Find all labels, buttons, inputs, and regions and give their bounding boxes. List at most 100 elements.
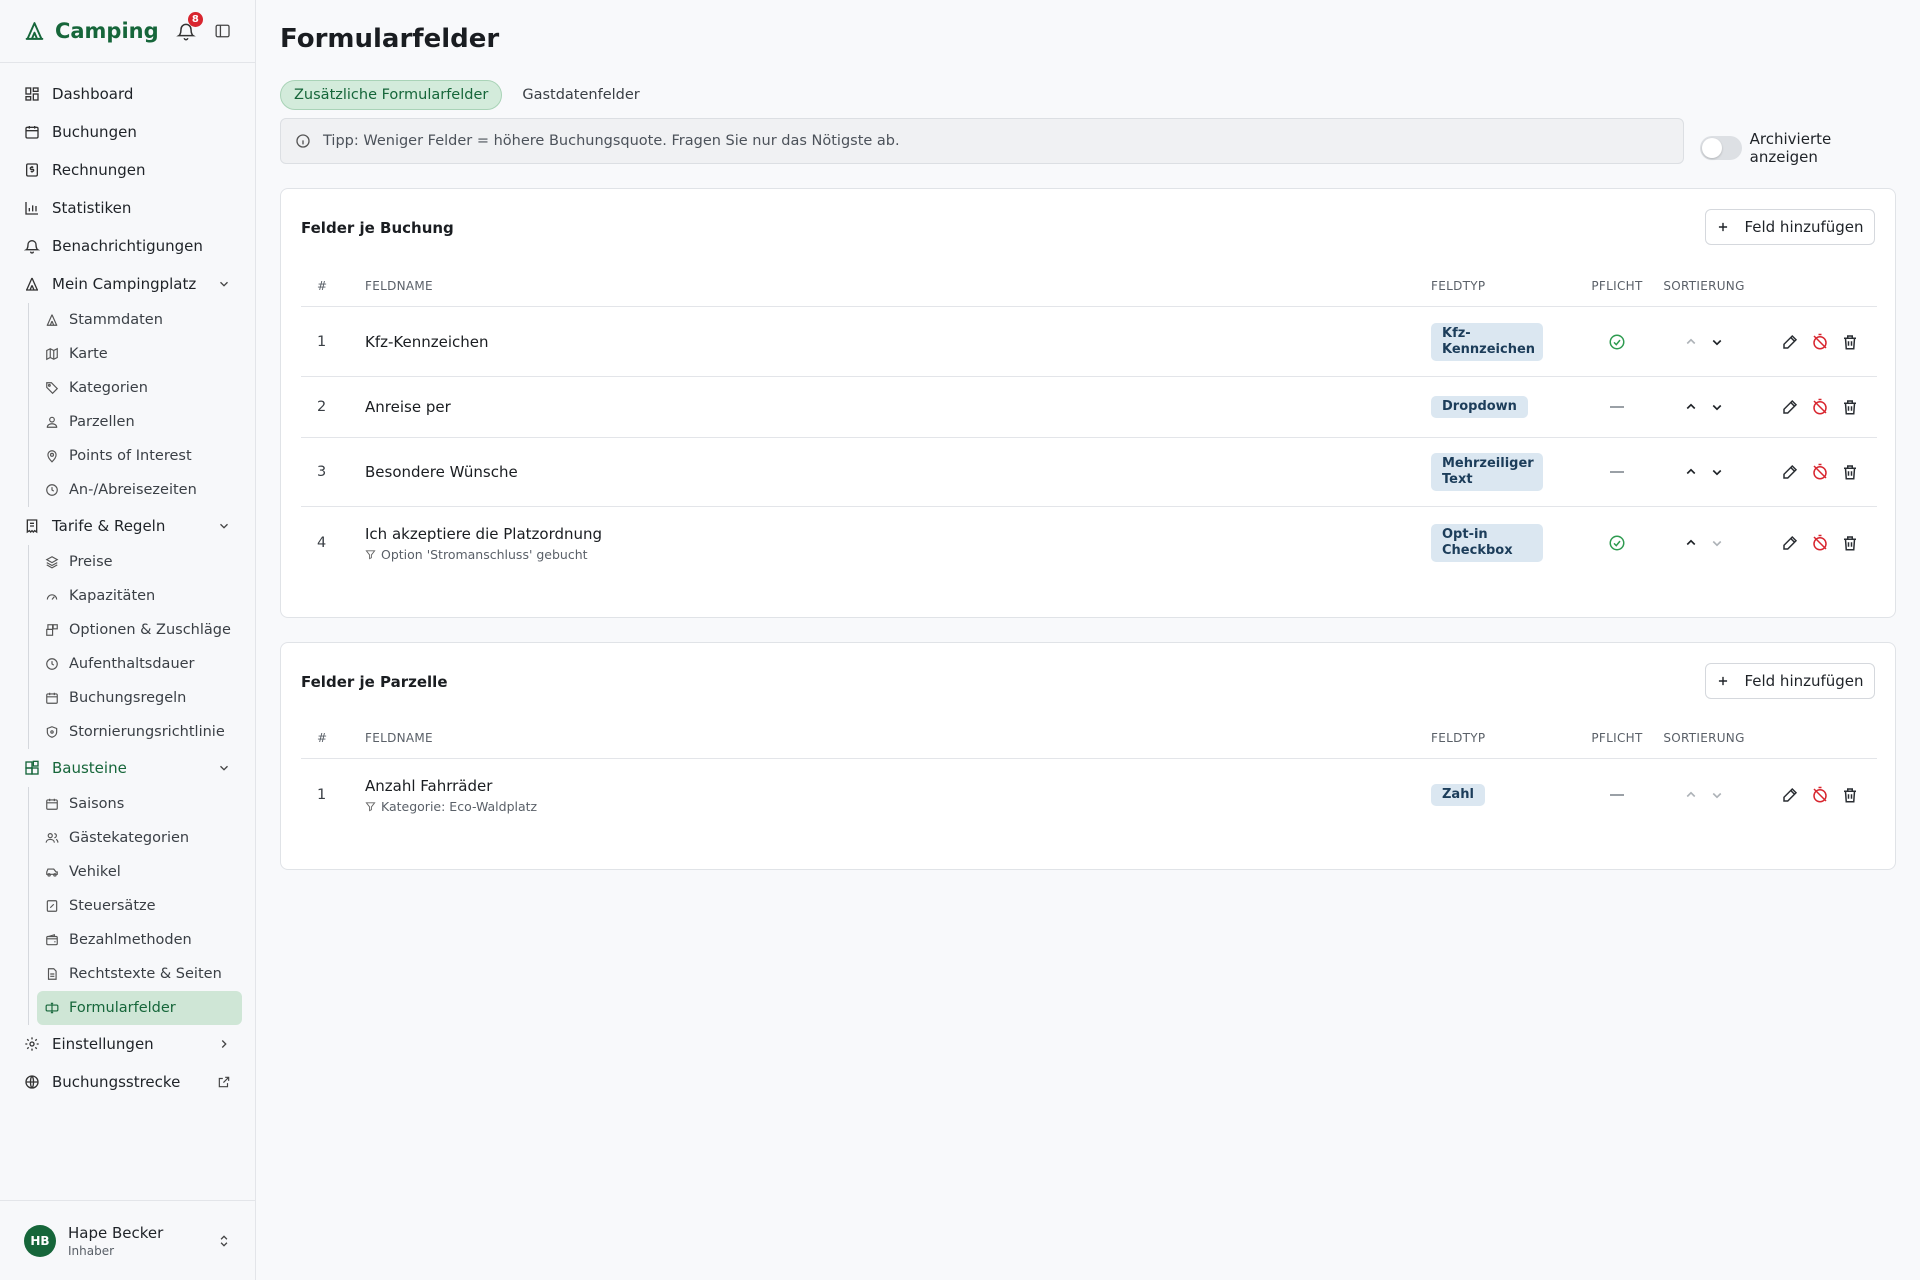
nav-rechnungen[interactable]: Rechnungen <box>0 151 255 189</box>
nav-bausteine[interactable]: Bausteine <box>0 749 255 787</box>
row-type-cell: Mehrzeiliger Text <box>1431 453 1575 491</box>
timer-off-icon[interactable] <box>1811 786 1829 804</box>
not-required-dash <box>1610 794 1624 796</box>
trash-icon[interactable] <box>1841 398 1859 416</box>
tip-banner: Tipp: Weniger Felder = höhere Buchungsqu… <box>280 118 1684 164</box>
brand-name[interactable]: Campingplatz <box>55 19 160 43</box>
pencil-icon[interactable] <box>1781 534 1799 552</box>
sub-an-abreisezeiten[interactable]: An-/Abreisezeiten <box>37 473 242 507</box>
sub-formularfelder[interactable]: Formularfelder <box>37 991 242 1025</box>
sub-kapazitaeten[interactable]: Kapazitäten <box>37 579 242 613</box>
sub-karte[interactable]: Karte <box>37 337 242 371</box>
chevron-up-icon[interactable] <box>1682 463 1700 481</box>
chevron-up-icon[interactable] <box>1682 398 1700 416</box>
chevron-down-icon[interactable] <box>1708 398 1726 416</box>
tag-icon <box>46 382 59 395</box>
chevron-up-icon[interactable] <box>1682 534 1700 552</box>
sub-optionen-zuschlaege[interactable]: Optionen & Zuschläge <box>37 613 242 647</box>
info-icon <box>296 134 310 148</box>
sub-aufenthaltsdauer[interactable]: Aufenthaltsdauer <box>37 647 242 681</box>
receipt-icon <box>26 519 38 534</box>
sub-vehikel[interactable]: Vehikel <box>37 855 242 889</box>
timer-off-icon[interactable] <box>1811 398 1829 416</box>
nav-statistiken[interactable]: Statistiken <box>0 189 255 227</box>
gauge-icon <box>46 594 58 600</box>
pencil-icon[interactable] <box>1781 463 1799 481</box>
parcel-table: # FELDNAME FELDTYP PFLICHT SORTIERUNG 1 … <box>301 717 1877 831</box>
sidebar-toggle-icon[interactable] <box>214 22 231 40</box>
sub-gaestekategorien[interactable]: Gästekategorien <box>37 821 242 855</box>
tab-zusaetzliche-formularfelder[interactable]: Zusätzliche Formularfelder <box>280 80 503 110</box>
add-field-button[interactable]: Feld hinzufügen <box>1705 663 1875 699</box>
trash-icon[interactable] <box>1841 463 1859 481</box>
sub-saisons[interactable]: Saisons <box>37 787 242 821</box>
tip-text: Tipp: Weniger Felder = höhere Buchungsqu… <box>323 133 900 149</box>
blocks-icon <box>46 624 58 636</box>
timer-off-icon[interactable] <box>1811 463 1829 481</box>
notifications-button[interactable]: 8 <box>176 12 203 41</box>
pencil-icon[interactable] <box>1781 398 1799 416</box>
check-circle-icon <box>1609 535 1625 551</box>
table-row: 2 Anreise per Dropdown <box>301 377 1877 438</box>
timer-off-icon[interactable] <box>1811 534 1829 552</box>
field-name: Ich akzeptiere die Platzordnung <box>365 524 603 543</box>
nav-einstellungen[interactable]: Einstellungen <box>0 1025 255 1063</box>
sub-label: Saisons <box>69 796 125 812</box>
timer-off-icon[interactable] <box>1811 333 1829 351</box>
sub-preise[interactable]: Preise <box>37 545 242 579</box>
sub-parzellen[interactable]: Parzellen <box>37 405 242 439</box>
wallet-icon <box>46 933 58 946</box>
not-required-dash <box>1610 406 1624 408</box>
sub-points-of-interest[interactable]: Points of Interest <box>37 439 242 473</box>
field-name: Besondere Wünsche <box>365 463 518 481</box>
row-actions <box>1749 534 1877 552</box>
row-type-cell: Kfz-Kennzeichen <box>1431 322 1575 361</box>
sidebar: Campingplatz 8 Dashboard Buchungen Rechn… <box>0 0 256 1280</box>
nav-mein-campingplatz[interactable]: Mein Campingplatz <box>0 265 255 303</box>
sub-kategorien[interactable]: Kategorien <box>37 371 242 405</box>
nav-benachrichtigungen[interactable]: Benachrichtigungen <box>0 227 255 265</box>
trash-icon[interactable] <box>1841 786 1859 804</box>
external-link-icon <box>218 1076 230 1088</box>
filter-icon <box>365 549 376 559</box>
chevron-up-icon[interactable] <box>1682 786 1700 804</box>
nav-buchungen[interactable]: Buchungen <box>0 113 255 151</box>
sub-rechtstexte-seiten[interactable]: Rechtstexte & Seiten <box>37 957 242 991</box>
table-row: 1 Anzahl Fahrräder Kategorie: Eco-Waldpl… <box>301 759 1877 831</box>
card-title: Felder je Parzelle <box>301 673 448 691</box>
add-field-button[interactable]: Feld hinzufügen <box>1705 209 1875 245</box>
pencil-icon[interactable] <box>1781 786 1799 804</box>
chevron-up-icon[interactable] <box>1682 333 1700 351</box>
nav-label: Mein Campingplatz <box>52 275 197 293</box>
sub-buchungsregeln[interactable]: Buchungsregeln <box>37 681 242 715</box>
field-condition-text: Kategorie: Eco-Waldplatz <box>381 798 538 814</box>
nav-dashboard[interactable]: Dashboard <box>0 75 255 113</box>
sub-stammdaten[interactable]: Stammdaten <box>37 303 242 337</box>
check-circle-icon <box>1609 334 1625 349</box>
nav-buchungsstrecke[interactable]: Buchungsstrecke <box>0 1063 255 1101</box>
chevron-down-icon[interactable] <box>1708 333 1726 351</box>
dashboard-icon <box>25 87 39 101</box>
sub-stornierungsrichtlinie[interactable]: Stornierungsrichtlinie <box>37 715 242 749</box>
nav-label: Buchungsstrecke <box>52 1073 181 1091</box>
nav-tarife-regeln[interactable]: Tarife & Regeln <box>0 507 255 545</box>
sub-label: Steuersätze <box>69 898 156 914</box>
archived-toggle[interactable]: Archivierte anzeigen <box>1700 130 1896 166</box>
chevron-down-icon[interactable] <box>1708 786 1726 804</box>
user-menu[interactable]: HB Hape Becker Inhaber <box>0 1200 255 1280</box>
sub-label: Gästekategorien <box>69 830 190 846</box>
toggle-switch[interactable] <box>1700 136 1742 160</box>
col-name: FELDNAME <box>365 278 433 293</box>
pencil-icon[interactable] <box>1781 333 1799 351</box>
chevron-down-icon[interactable] <box>1708 534 1726 552</box>
tab-gastdatenfelder[interactable]: Gastdatenfelder <box>508 80 653 110</box>
receipt-icon <box>46 900 58 912</box>
sub-steuersaetze[interactable]: Steuersätze <box>37 889 242 923</box>
sub-bezahlmethoden[interactable]: Bezahlmethoden <box>37 923 242 957</box>
col-type: FELDTYP <box>1431 730 1486 745</box>
chevron-down-icon[interactable] <box>1708 463 1726 481</box>
trash-icon[interactable] <box>1841 534 1859 552</box>
location-pin-icon <box>47 450 57 463</box>
trash-icon[interactable] <box>1841 333 1859 351</box>
row-name-cell: Ich akzeptiere die Platzordnung Option '… <box>365 525 1431 562</box>
